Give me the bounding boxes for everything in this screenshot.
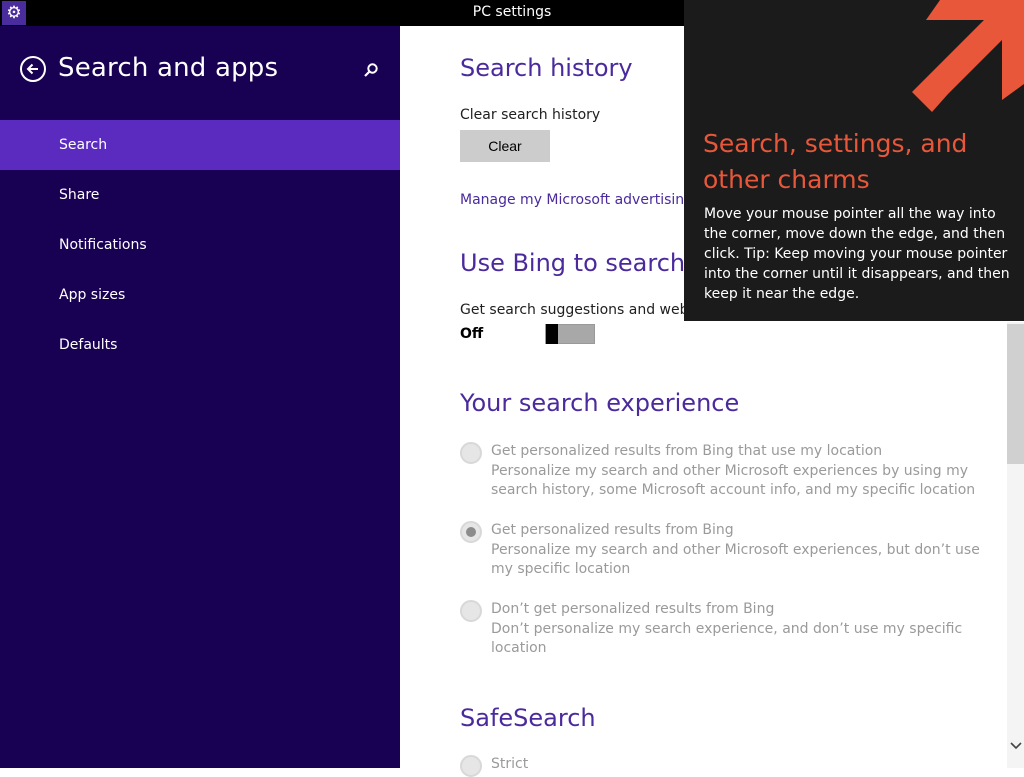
radio-button[interactable] [460,442,482,464]
sidebar-nav: Search Share Notifications App sizes Def… [0,120,400,370]
page-title: Search and apps [58,53,279,83]
search-history-heading: Search history [460,54,633,82]
safesearch-heading: SafeSearch [460,704,596,732]
tip-body: Move your mouse pointer all the way into… [704,206,1010,302]
clear-button[interactable]: Clear [460,130,550,162]
radio-description: Personalize my search and other Microsof… [491,462,976,499]
charms-tip-popup: Search, settings, and other charms Move … [684,0,1024,321]
radio-description: Don’t personalize my search experience, … [491,620,963,657]
diagonal-arrow-icon [906,0,1024,118]
chevron-down-icon[interactable] [1009,738,1023,754]
sidebar-item-share[interactable]: Share [0,170,400,220]
toggle-state-label: Off [460,326,484,342]
tip-title: Search, settings, and other charms [703,129,968,194]
radio-button[interactable] [460,755,482,777]
radio-description: Personalize my search and other Microsof… [491,541,980,578]
back-arrow-icon[interactable] [20,56,46,82]
radio-title: Get personalized results from Bing [491,522,734,538]
search-suggestions-label: Get search suggestions and web res [460,302,715,318]
sidebar-item-search[interactable]: Search [0,120,400,170]
sidebar-item-app-sizes[interactable]: App sizes [0,270,400,320]
scrollbar-thumb[interactable] [1007,324,1024,464]
sidebar: Search and apps Search Share Notificatio… [0,26,400,768]
radio-title: Don’t get personalized results from Bing [491,601,775,617]
radio-title: Strict [491,756,529,772]
radio-title: Get personalized results from Bing that … [491,443,883,459]
radio-button-checked[interactable] [460,521,482,543]
advertising-link[interactable]: Manage my Microsoft advertising [460,192,693,208]
sidebar-item-notifications[interactable]: Notifications [0,220,400,270]
sidebar-item-defaults[interactable]: Defaults [0,320,400,370]
toggle-thumb[interactable] [546,324,558,344]
search-experience-heading: Your search experience [460,389,740,417]
scrollbar[interactable] [1007,322,1024,768]
bing-heading: Use Bing to search o [460,249,708,277]
radio-button[interactable] [460,600,482,622]
search-icon[interactable] [362,62,380,80]
clear-history-label: Clear search history [460,107,601,123]
search-suggestions-toggle[interactable] [545,324,595,344]
